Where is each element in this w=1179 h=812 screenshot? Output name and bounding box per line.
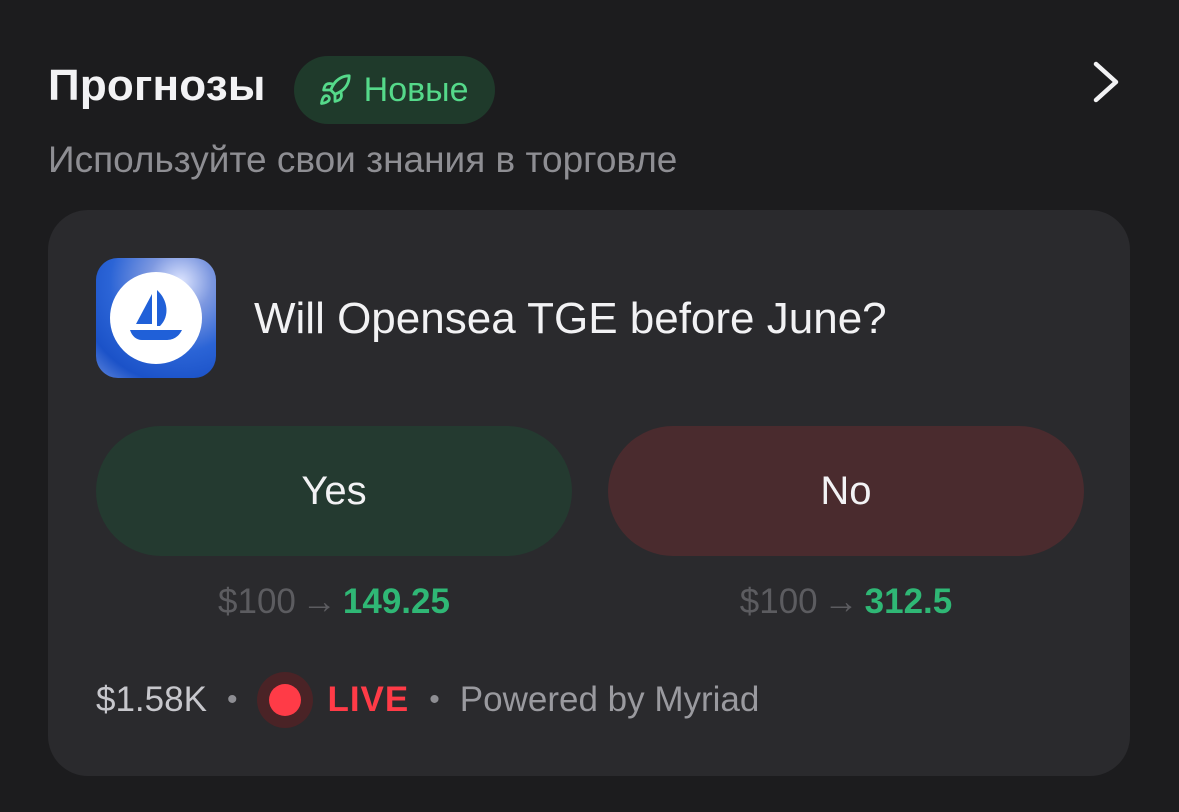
- yes-button[interactable]: Yes: [96, 426, 572, 556]
- yes-button-label: Yes: [301, 468, 367, 513]
- yes-stake: $100: [218, 582, 296, 621]
- no-button-label: No: [820, 468, 872, 513]
- no-button[interactable]: No: [608, 426, 1084, 556]
- powered-by-label: Powered by Myriad: [459, 680, 760, 719]
- separator-dot: •: [226, 683, 238, 716]
- yes-payout: $100 → 149.25: [96, 582, 572, 622]
- yes-payout-value: 149.25: [342, 582, 450, 621]
- market-footer: $1.58K • LIVE • Powered by Myriad: [96, 672, 759, 728]
- rocket-icon: [318, 73, 352, 107]
- market-volume: $1.58K: [96, 680, 207, 719]
- no-payout: $100 → 312.5: [608, 582, 1084, 622]
- market-question: Will Opensea TGE before June?: [254, 294, 887, 343]
- arrow-icon: →: [301, 582, 337, 621]
- logo-circle: [110, 272, 202, 364]
- no-stake: $100: [739, 582, 818, 621]
- opensea-logo: [96, 258, 216, 378]
- new-badge: Новые: [293, 56, 495, 124]
- page-title: Прогнозы: [48, 61, 266, 110]
- new-badge-label: Новые: [363, 71, 469, 109]
- no-payout-value: 312.5: [864, 582, 953, 621]
- prediction-card[interactable]: Will Opensea TGE before June? Yes No $10…: [48, 210, 1130, 776]
- arrow-icon: →: [823, 582, 859, 621]
- live-dot-icon: [257, 672, 314, 728]
- live-label: LIVE: [327, 680, 410, 719]
- section-header: Прогнозы Новые: [48, 56, 495, 124]
- chevron-right-icon[interactable]: [1086, 58, 1126, 106]
- section-subtitle: Используйте свои знания в торговле: [48, 139, 678, 180]
- separator-dot: •: [429, 683, 440, 716]
